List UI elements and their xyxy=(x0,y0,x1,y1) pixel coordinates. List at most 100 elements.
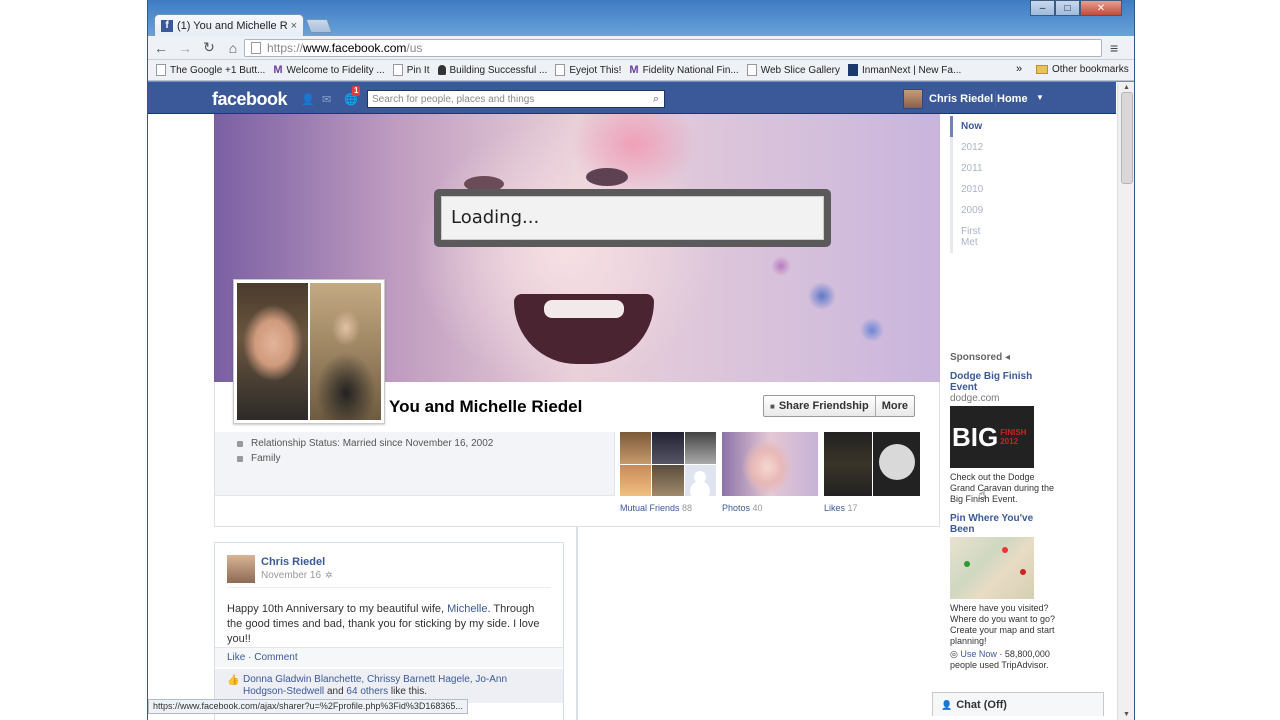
likes-thumb-a xyxy=(824,432,872,496)
megaphone-icon[interactable]: ◂ xyxy=(1005,352,1010,363)
forward-icon[interactable]: → xyxy=(174,40,196,56)
story-date-text[interactable]: November 16 xyxy=(261,570,321,581)
story-likes: 👍 Donna Gladwin Blanchette, Chrissy Barn… xyxy=(215,669,563,703)
ad-image-big-finish[interactable]: BIG FINISH 2012 xyxy=(950,406,1034,468)
photos-box[interactable]: Photos 40 xyxy=(722,432,818,513)
chrome-menu-icon[interactable]: ≡ xyxy=(1110,40,1118,56)
use-now-link[interactable]: Use Now xyxy=(960,649,997,659)
privacy-gear-icon[interactable]: ✲ xyxy=(325,570,333,580)
map-pin xyxy=(1020,569,1026,575)
search-icon[interactable]: ⌕ xyxy=(653,93,659,106)
chat-person-icon: 👤 xyxy=(941,700,953,710)
bookmark-item[interactable]: InmanNext | New Fa... xyxy=(848,64,961,76)
page-icon xyxy=(746,64,757,76)
likes-box[interactable]: Likes 17 xyxy=(824,432,920,513)
home-link[interactable]: Home xyxy=(997,93,1028,105)
search-input[interactable]: Search for people, places and things ⌕ xyxy=(367,90,665,108)
bookmarks-overflow-icon[interactable]: » xyxy=(1016,63,1022,75)
ad-title[interactable]: Pin Where You've Been xyxy=(950,513,1060,535)
map-pin xyxy=(1002,547,1008,553)
share-friendship-button[interactable]: ■ Share Friendship xyxy=(764,396,875,416)
bookmark-item[interactable]: Eyejot This! xyxy=(555,64,621,76)
browser-tab[interactable]: f (1) You and Michelle Ried × xyxy=(154,14,304,36)
year-nav-item[interactable]: 2011 xyxy=(950,158,990,179)
facebook-logo[interactable]: facebook xyxy=(212,89,288,110)
other-bookmarks[interactable]: Other bookmarks xyxy=(1036,64,1129,75)
address-bar[interactable]: https:// www.facebook.com /us xyxy=(244,39,1102,57)
back-icon[interactable]: ← xyxy=(150,40,172,56)
scroll-down-icon[interactable]: ▼ xyxy=(1123,711,1130,718)
page-scrollbar[interactable]: ▲ ▼ xyxy=(1117,82,1134,720)
likers-and: and xyxy=(324,686,347,697)
bookmark-item[interactable]: M Fidelity National Fin... xyxy=(629,64,738,76)
friend-requests-icon[interactable]: 👤 xyxy=(301,93,315,106)
comment-link[interactable]: Comment xyxy=(254,652,297,663)
mutual-friends-box[interactable]: Mutual Friends 88 xyxy=(620,432,716,513)
user-name-link[interactable]: Chris Riedel xyxy=(929,93,993,105)
facebook-header: facebook 👤 ✉ 🌐 1 Search for people, plac… xyxy=(148,82,1116,114)
bookmark-item[interactable]: Building Successful ... xyxy=(437,64,548,76)
about-section: Relationship Status: Married since Novem… xyxy=(215,432,615,496)
year-nav-item[interactable]: 2012 xyxy=(950,137,990,158)
info-line: Relationship Status: Married since Novem… xyxy=(237,438,592,449)
bookmark-label: Pin It xyxy=(406,64,430,76)
year-nav-item[interactable]: First Met xyxy=(950,221,990,253)
tripadvisor-icon: ◎ xyxy=(950,649,958,659)
scroll-up-icon[interactable]: ▲ xyxy=(1123,84,1130,91)
thumb-caption: Photos 40 xyxy=(722,503,818,513)
ad-social: ◎ Use Now · 58,800,000 people used TripA… xyxy=(950,649,1050,670)
new-tab-button[interactable] xyxy=(305,19,333,33)
home-icon[interactable]: ⌂ xyxy=(222,40,244,56)
year-nav-item[interactable]: 2010 xyxy=(950,179,990,200)
year-nav-item[interactable]: Now xyxy=(950,116,990,137)
user-avatar[interactable] xyxy=(903,89,923,109)
close-window-icon[interactable]: ✕ xyxy=(1080,0,1122,16)
likers-tail: like this. xyxy=(388,686,428,697)
thumb-label: Likes xyxy=(824,503,846,513)
browser-window: f (1) You and Michelle Ried × – □ ✕ ← → … xyxy=(147,0,1135,720)
bookmark-label: Web Slice Gallery xyxy=(760,64,841,76)
like-link[interactable]: Like xyxy=(227,652,245,663)
bookmark-label: Eyejot This! xyxy=(569,64,622,76)
family-label: Family xyxy=(251,453,281,464)
bookmark-item[interactable]: M Welcome to Fidelity ... xyxy=(273,64,384,76)
tab-close-icon[interactable]: × xyxy=(291,20,297,32)
thumb-label: Photos xyxy=(722,503,751,513)
year-nav-item[interactable]: 2009 xyxy=(950,200,990,221)
profile-picture[interactable] xyxy=(233,279,385,424)
bookmark-item[interactable]: The Google +1 Butt... xyxy=(156,64,265,76)
bookmark-item[interactable]: Web Slice Gallery xyxy=(746,64,841,76)
timeline-story: Chris Riedel November 16 ✲ Happy 10th Ann… xyxy=(214,542,564,720)
more-button[interactable]: More xyxy=(874,396,914,416)
likers-others-link[interactable]: 64 others xyxy=(346,686,388,697)
tagged-person-link[interactable]: Michelle xyxy=(447,603,487,615)
tab-strip: f (1) You and Michelle Ried × – □ ✕ xyxy=(148,0,1134,36)
reload-icon[interactable]: ↻ xyxy=(198,39,220,56)
story-author[interactable]: Chris Riedel xyxy=(261,556,325,568)
bookmark-label: Fidelity National Fin... xyxy=(642,64,739,76)
status-bar: https://www.facebook.com/ajax/sharer?u=%… xyxy=(148,699,468,714)
person-icon xyxy=(437,65,446,75)
heart-icon xyxy=(237,440,243,447)
bookmark-label: Building Successful ... xyxy=(449,64,548,76)
page-icon xyxy=(555,64,566,76)
story-actions: Like · Comment xyxy=(215,647,563,667)
maximize-icon[interactable]: □ xyxy=(1055,0,1080,16)
window-controls: – □ ✕ xyxy=(1030,0,1122,16)
header-divider xyxy=(995,91,996,107)
page-icon xyxy=(392,64,403,76)
scrollbar-thumb[interactable] xyxy=(1121,92,1133,184)
page-icon xyxy=(251,42,261,54)
story-author-avatar[interactable] xyxy=(227,555,255,583)
other-bookmarks-label: Other bookmarks xyxy=(1052,64,1129,75)
bookmark-item[interactable]: Pin It xyxy=(392,64,430,76)
messages-icon[interactable]: ✉ xyxy=(322,93,336,106)
ad-title[interactable]: Dodge Big Finish Event xyxy=(950,371,1060,393)
url-path: /us xyxy=(406,41,423,55)
profile-photo-michelle xyxy=(310,283,381,420)
ad-image-text: BIG xyxy=(952,421,999,452)
chat-bar[interactable]: 👤 Chat (Off) xyxy=(932,692,1104,716)
minimize-icon[interactable]: – xyxy=(1030,0,1055,16)
ad-image-map[interactable] xyxy=(950,537,1034,599)
account-menu-caret-icon[interactable]: ▼ xyxy=(1036,93,1044,102)
